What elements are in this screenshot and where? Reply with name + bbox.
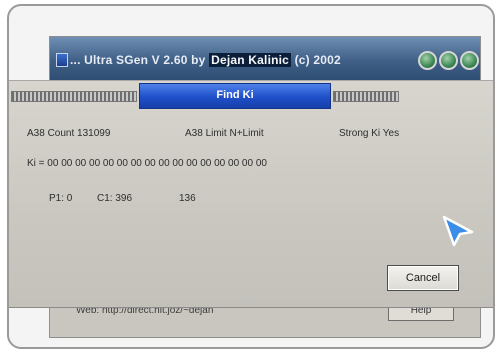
titlebar-stripe-right xyxy=(333,91,399,102)
strong-ki: Strong Ki Yes xyxy=(339,128,399,139)
p1-status: P1: 0 xyxy=(49,193,73,204)
background-title-suffix: (c) 2002 xyxy=(294,53,341,67)
background-title-prefix: ... Ultra SGen V 2.60 by xyxy=(70,53,206,67)
find-ki-dialog: Find Ki A38 Count 131099 A38 Limit N+Lim… xyxy=(9,80,493,308)
cancel-button[interactable]: Cancel xyxy=(387,265,459,291)
a38-limit-label: A38 Limit xyxy=(185,128,227,139)
maximize-icon[interactable] xyxy=(439,51,458,70)
strong-ki-value: Yes xyxy=(382,128,400,139)
dialog-title-bar[interactable]: Find Ki xyxy=(139,83,331,109)
a38-limit-value: N+Limit xyxy=(229,128,264,139)
minimize-icon[interactable] xyxy=(418,51,437,70)
ki-line: Ki = 00 00 00 00 00 00 00 00 00 00 00 00… xyxy=(27,158,267,169)
ki-label: Ki = xyxy=(27,158,45,169)
a38-count-value: 131099 xyxy=(77,128,111,139)
dialog-titlebar[interactable]: Find Ki xyxy=(9,81,493,109)
a38-count: A38 Count 131099 xyxy=(27,128,110,139)
app-logo-icon xyxy=(56,53,68,67)
strong-ki-label: Strong Ki xyxy=(339,128,381,139)
a38-count-label: A38 Count xyxy=(27,128,75,139)
ki-value: 00 00 00 00 00 00 00 00 00 00 00 00 00 0… xyxy=(47,158,267,169)
close-icon[interactable] xyxy=(460,51,479,70)
background-window-titlebar[interactable]: ... Ultra SGen V 2.60 by Dejan Kalinic (… xyxy=(50,37,480,81)
background-window-title: ... Ultra SGen V 2.60 by Dejan Kalinic (… xyxy=(70,53,341,67)
a38-limit: A38 Limit N+Limit xyxy=(185,128,264,139)
screenshot-frame: ... Ultra SGen V 2.60 by Dejan Kalinic (… xyxy=(7,4,495,349)
c1-status: C1: 396 xyxy=(97,193,133,204)
dialog-title: Find Ki xyxy=(216,89,254,101)
background-title-highlight: Dejan Kalinic xyxy=(209,53,292,67)
arrow-cursor-icon xyxy=(442,215,474,247)
titlebar-stripe-left xyxy=(11,91,137,102)
extra-value: 136 xyxy=(179,193,196,204)
